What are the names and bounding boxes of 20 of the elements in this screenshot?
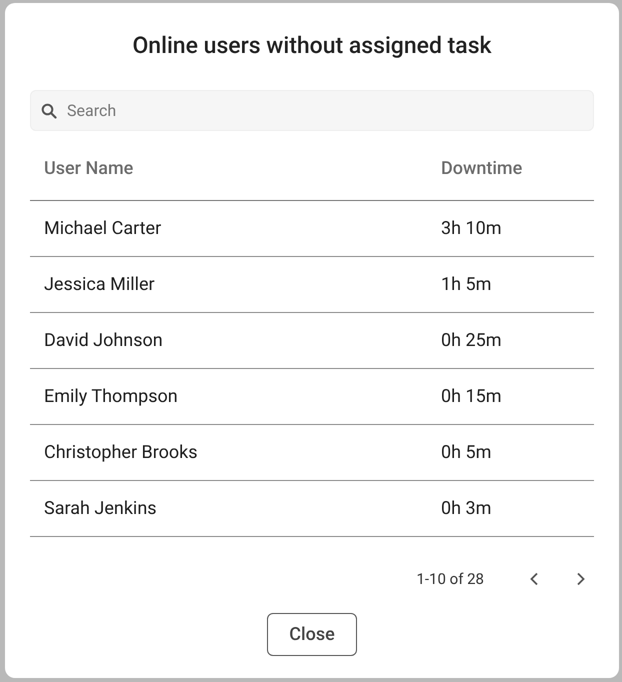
chevron-left-icon [529,572,539,586]
table-cell-text: Michael Carter [44,218,162,239]
table-cell-text: Emily Thompson [44,386,179,407]
page-range: 1-10 of 28 [416,570,484,588]
close-button[interactable]: Close [267,613,357,656]
table-cell-text: David Johnson [44,330,164,351]
table-cell-text: Christopher Brooks [44,442,199,463]
table-cell-text: 0h 3m [441,498,492,519]
search-field[interactable]: Search [30,90,594,131]
column-header: User Name [44,158,134,179]
table-cell-text: 0h 25m [441,330,503,351]
chevron-right-icon [576,572,586,586]
table-cell-text: 3h 10m [441,218,503,239]
table-cell-text: Jessica Miller [44,274,156,295]
table-cell-text: 1h 5m [441,274,492,295]
table-cell-text: 0h 5m [441,442,492,463]
column-header: Downtime [441,158,524,179]
table-cell-text: Sarah Jenkins [44,498,158,519]
table-cell-text: 0h 15m [441,386,503,407]
dialog-title: Online users without assigned task [131,31,493,61]
